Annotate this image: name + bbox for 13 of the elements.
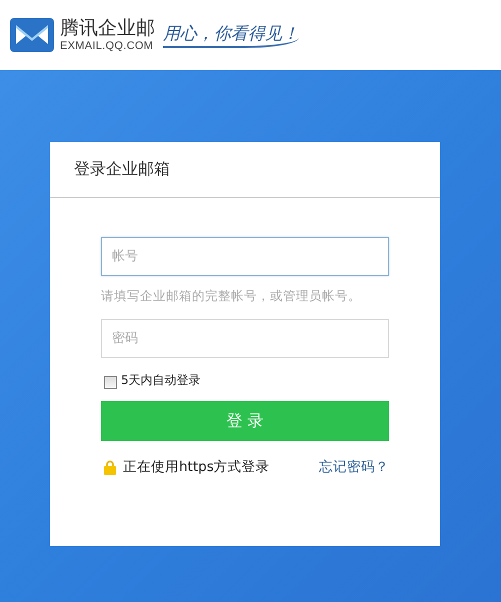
mail-logo-icon	[10, 18, 54, 52]
account-hint: 请填写企业邮箱的完整帐号，或管理员帐号。	[101, 288, 362, 305]
checkbox[interactable]	[104, 376, 117, 388]
account-field[interactable]: 帐号	[101, 237, 389, 276]
password-field[interactable]: 密码	[101, 319, 389, 358]
secure-note: 正在使用https方式登录	[123, 458, 270, 476]
card-title: 登录企业邮箱	[74, 159, 170, 180]
slogan: 用心，你看得见！	[163, 22, 299, 48]
brand-domain: EXMAIL.QQ.COM	[60, 40, 154, 52]
forgot-password-link[interactable]: 忘记密码？	[319, 458, 389, 476]
lock-icon	[104, 460, 116, 474]
remember-label: 5天内自动登录	[121, 372, 201, 389]
brand-name: 腾讯企业邮	[60, 18, 155, 38]
